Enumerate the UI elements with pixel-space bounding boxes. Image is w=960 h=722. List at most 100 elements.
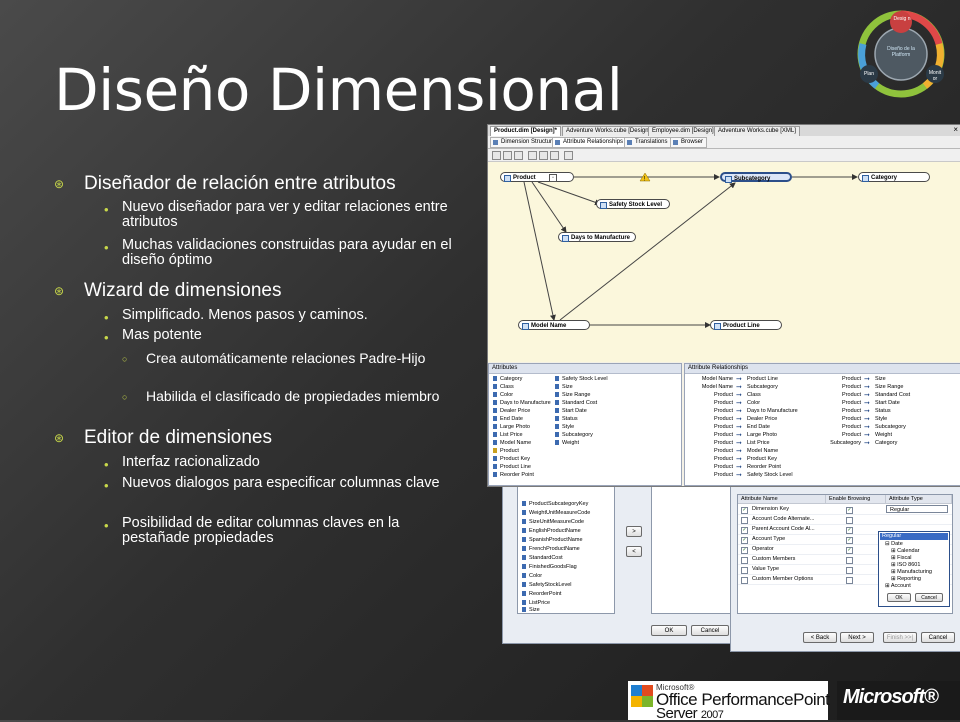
- attribute-item[interactable]: Product: [493, 448, 519, 455]
- dropdown-item[interactable]: ⊞ Account: [885, 583, 911, 590]
- ok-button[interactable]: OK: [651, 625, 687, 636]
- bullet-dimension-wizard: ⊛ Wizard de dimensiones: [54, 280, 282, 301]
- attribute-item[interactable]: Category: [493, 376, 522, 383]
- attribute-item[interactable]: Large Photo: [493, 424, 530, 431]
- fit-icon[interactable]: [550, 151, 559, 160]
- attribute-item[interactable]: Product Key: [493, 456, 530, 463]
- attribute-item[interactable]: Safety Stock Level: [555, 376, 608, 383]
- move-left-button[interactable]: <: [626, 546, 642, 557]
- attribute-item[interactable]: Subcategory: [555, 432, 593, 439]
- list-item[interactable]: SizeUnitMeasureCode: [522, 519, 584, 526]
- sub-sub-bullet: ○ Crea automáticamente relaciones Padre-…: [122, 350, 426, 366]
- table-row[interactable]: ✓ Dimension Key ✓ Regular: [738, 505, 952, 515]
- column-header[interactable]: Enable Browsing: [826, 495, 886, 504]
- attribute-item[interactable]: Weight: [555, 440, 579, 447]
- dropdown-ok-button[interactable]: OK: [887, 593, 911, 602]
- list-item[interactable]: FinishedGoodsFlag: [522, 564, 577, 571]
- attribute-item[interactable]: End Date: [493, 416, 523, 423]
- attribute-item[interactable]: Start Date: [555, 408, 587, 415]
- arrow-right-icon: ➞: [864, 384, 870, 391]
- dropdown-item[interactable]: ⊞ Manufacturing: [891, 569, 932, 576]
- bullet-dot-icon: •: [104, 330, 109, 345]
- bullet-dot-icon: •: [104, 240, 109, 255]
- arrow-right-icon: ➞: [736, 432, 742, 439]
- dropdown-item[interactable]: ⊞ Calendar: [891, 548, 919, 555]
- back-button[interactable]: < Back: [803, 632, 837, 643]
- finish-button[interactable]: Finish >>|: [883, 632, 917, 643]
- node-safety-stock-level[interactable]: Safety Stock Level: [596, 199, 670, 209]
- cancel-button[interactable]: Cancel: [691, 625, 729, 636]
- attribute-item[interactable]: Standard Cost: [555, 400, 597, 407]
- arrow-right-icon: ➞: [736, 464, 742, 471]
- key-columns-list[interactable]: [651, 486, 735, 614]
- attribute-item[interactable]: Reorder Point: [493, 472, 534, 479]
- move-right-button[interactable]: >: [626, 526, 642, 537]
- attribute-item[interactable]: Size: [555, 384, 573, 391]
- new-icon[interactable]: [492, 151, 501, 160]
- tab-dimension-structure[interactable]: Dimension Structure: [490, 137, 560, 148]
- dropdown-item[interactable]: ⊞ Fiscal: [891, 555, 912, 562]
- next-button[interactable]: Next >: [840, 632, 874, 643]
- list-item[interactable]: StandardCost: [522, 555, 563, 562]
- bullet-dot-icon: •: [104, 478, 109, 493]
- list-item[interactable]: SafetyStockLevel: [522, 582, 572, 589]
- sub-bullet: • Nuevos dialogos para especificar colum…: [104, 475, 440, 494]
- attribute-item[interactable]: Size Range: [555, 392, 590, 399]
- attribute-type-select[interactable]: Regular: [886, 505, 948, 513]
- list-item[interactable]: ReorderPoint: [522, 591, 561, 598]
- attribute-item[interactable]: Days to Manufacture: [493, 400, 551, 407]
- dropdown-item[interactable]: ⊞ Reporting: [891, 576, 921, 583]
- delete-icon[interactable]: [514, 151, 523, 160]
- arrow-right-icon: ➞: [736, 400, 742, 407]
- attribute-item[interactable]: Class: [493, 384, 514, 391]
- dimension-wizard-dialog: Attribute Name Enable Browsing Attribute…: [730, 485, 960, 652]
- attribute-grid: Attribute Name Enable Browsing Attribute…: [737, 494, 953, 614]
- attribute-type-dropdown[interactable]: Regular ⊟ Date ⊞ Calendar ⊞ Fiscal ⊞ ISO…: [878, 531, 950, 607]
- document-tabs: Product.dim [Design]* Adventure Works.cu…: [488, 125, 960, 137]
- column-header[interactable]: Attribute Name: [738, 495, 826, 504]
- column-header[interactable]: Attribute Type: [886, 495, 952, 504]
- node-product-line[interactable]: Product Line: [710, 320, 782, 330]
- attribute-item[interactable]: List Price: [493, 432, 523, 439]
- cancel-button[interactable]: Cancel: [921, 632, 955, 643]
- attribute-item[interactable]: Style: [555, 424, 574, 431]
- dropdown-cancel-button[interactable]: Cancel: [915, 593, 943, 602]
- bullet-ring-icon: ○: [122, 354, 128, 364]
- dropdown-item[interactable]: ⊟ Date: [885, 541, 903, 548]
- expand-icon[interactable]: ▫: [549, 174, 557, 182]
- list-item[interactable]: ProductSubcategoryKey: [522, 501, 588, 508]
- list-item[interactable]: WeightUnitMeasureCode: [522, 510, 590, 517]
- attribute-item[interactable]: Model Name: [493, 440, 531, 447]
- arrow-right-icon: ➞: [736, 408, 742, 415]
- node-subcategory[interactable]: Subcategory: [720, 172, 792, 183]
- table-row[interactable]: Account Code Alternate...: [738, 515, 952, 525]
- node-days-to-manufacture[interactable]: Days to Manufacture: [558, 232, 636, 242]
- layout-icon[interactable]: [564, 151, 573, 160]
- attribute-item[interactable]: Color: [493, 392, 513, 399]
- list-item[interactable]: FrenchProductName: [522, 546, 580, 553]
- arrow-right-icon: ➞: [736, 448, 742, 455]
- list-item[interactable]: SpanishProductName: [522, 537, 583, 544]
- bullet-ring-icon: ○: [122, 392, 128, 402]
- list-item[interactable]: EnglishProductName: [522, 528, 581, 535]
- attribute-item[interactable]: Product Line: [493, 464, 531, 471]
- attribute-item[interactable]: Dealer Price: [493, 408, 530, 415]
- list-item[interactable]: Color: [522, 573, 542, 580]
- office-performancepoint-logo: Microsoft® Office PerformancePoint Serve…: [628, 681, 830, 722]
- tab-attribute-relationships[interactable]: Attribute Relationships: [552, 137, 628, 148]
- available-columns-list[interactable]: ProductSubcategoryKey WeightUnitMeasureC…: [517, 486, 615, 614]
- dropdown-selected-item[interactable]: Regular: [880, 533, 948, 540]
- arrange-icon[interactable]: [528, 151, 537, 160]
- node-model-name[interactable]: Model Name: [518, 320, 590, 330]
- zoom-icon[interactable]: [539, 151, 548, 160]
- close-icon[interactable]: ×: [953, 125, 958, 135]
- attribute-item[interactable]: Status: [555, 416, 578, 423]
- tab-browser[interactable]: Browser: [670, 137, 708, 148]
- list-item[interactable]: ListPrice: [522, 600, 550, 607]
- tab-translations[interactable]: Translations: [624, 137, 672, 148]
- node-category[interactable]: Category: [858, 172, 930, 182]
- list-item[interactable]: Size: [522, 607, 540, 614]
- edit-icon[interactable]: [503, 151, 512, 160]
- dropdown-item[interactable]: ⊞ ISO 8601: [891, 562, 920, 569]
- node-product[interactable]: Product ▫: [500, 172, 574, 182]
